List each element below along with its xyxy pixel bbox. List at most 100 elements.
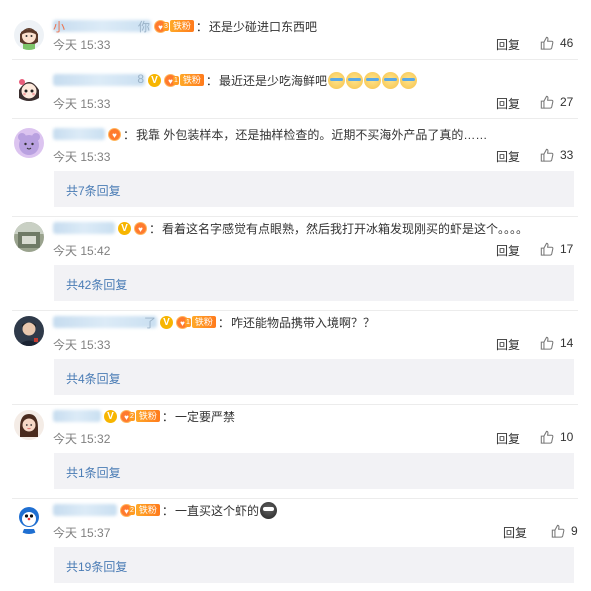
verified-v-icon: V <box>148 73 161 87</box>
username-visible-start: 小 <box>53 20 66 34</box>
replies-link[interactable]: 共4条回复 <box>66 370 121 387</box>
replies-link[interactable]: 共42条回复 <box>66 276 127 293</box>
comment-header: ♥ 2 铁粉：一直买这个虾的 <box>53 500 277 520</box>
username-blurred[interactable] <box>53 503 117 517</box>
comment-divider <box>12 498 578 499</box>
emoji-icon <box>345 71 363 89</box>
reply-button[interactable]: 回复 <box>496 430 520 447</box>
comment-text: 一直买这个虾的 <box>174 503 259 518</box>
comment-text: 咋还能物品携带入境啊？？ <box>230 315 375 330</box>
thumbs-up-icon[interactable] <box>540 242 554 256</box>
reply-button[interactable]: 回复 <box>496 336 520 353</box>
username-mosaic <box>53 20 151 32</box>
comment-text: 还是少碰进口东西吧 <box>208 19 317 34</box>
comment-time: 今天 15:37 <box>53 526 111 540</box>
fan-badge-icon: ♥ 2 铁粉 <box>120 409 160 423</box>
comment-text: 我靠 外包装样本，还是抽样检查的。近期不买海外产品了真的…… <box>136 127 488 142</box>
replies-link[interactable]: 共7条回复 <box>66 182 121 199</box>
like-count: 9 <box>571 524 578 538</box>
username-blurred[interactable] <box>53 409 101 423</box>
colon-separator: ： <box>205 73 218 88</box>
thumbs-up-icon[interactable] <box>540 36 554 50</box>
comment-header: ♥：我靠 外包装样本，还是抽样检查的。近期不买海外产品了真的…… <box>53 124 487 144</box>
replies-expand-box[interactable]: 共19条回复 <box>54 547 574 583</box>
like-count: 14 <box>560 336 574 350</box>
comment-time: 今天 15:33 <box>53 338 111 352</box>
thumbs-up-icon[interactable] <box>540 95 554 109</box>
fan-badge-label: 铁粉 <box>135 504 160 516</box>
comment-divider <box>12 404 578 405</box>
emoji-icon <box>399 71 417 89</box>
comment-divider <box>12 118 578 119</box>
avatar[interactable] <box>14 128 44 158</box>
emoji-icon <box>259 501 277 519</box>
username-mosaic <box>53 410 101 422</box>
emoji-icon <box>363 71 381 89</box>
comment-divider <box>12 310 578 311</box>
colon-separator: ： <box>217 315 230 330</box>
fan-level: 1 <box>173 75 179 85</box>
colon-separator: ： <box>149 221 162 236</box>
reply-button[interactable]: 回复 <box>503 524 527 541</box>
reply-button[interactable]: 回复 <box>496 148 520 165</box>
thumbs-up-icon[interactable] <box>540 430 554 444</box>
username-blurred[interactable]: 8 <box>53 72 145 87</box>
fan-badge-label: 铁粉 <box>179 74 204 86</box>
comment-feed: 小你 ♥ 3 铁粉：还是少碰进口东西吧 今天 15:33 回复 46 8 V ♥ 1 铁粉：最近还是少… <box>0 0 591 591</box>
comment-time: 今天 15:33 <box>53 97 111 111</box>
fan-badge-icon: ♥ 3 铁粉 <box>154 19 194 33</box>
emoji-icon <box>327 71 345 89</box>
fan-badge-label: 铁粉 <box>135 410 160 422</box>
username-mosaic <box>53 74 145 86</box>
avatar[interactable] <box>14 20 44 50</box>
comment-text: 一定要严禁 <box>174 409 235 424</box>
avatar[interactable] <box>14 222 44 252</box>
fan-badge-label: 铁粉 <box>169 20 194 32</box>
username-mosaic <box>53 504 117 516</box>
like-count: 27 <box>560 95 574 109</box>
replies-link[interactable]: 共19条回复 <box>66 558 127 575</box>
fan-level: 2 <box>129 411 135 421</box>
avatar[interactable] <box>14 504 44 534</box>
reply-button[interactable]: 回复 <box>496 95 520 112</box>
replies-expand-box[interactable]: 共7条回复 <box>54 171 574 207</box>
comment-header: 8 V ♥ 1 铁粉：最近还是少吃海鲜吧 <box>53 70 417 90</box>
thumbs-up-icon[interactable] <box>540 148 554 162</box>
reply-button[interactable]: 回复 <box>496 36 520 53</box>
emoji-icon <box>381 71 399 89</box>
comment-text: 最近还是少吃海鲜吧 <box>218 73 327 88</box>
avatar[interactable] <box>14 316 44 346</box>
avatar[interactable] <box>14 74 44 104</box>
username-mosaic <box>53 222 115 234</box>
username-visible-end: 8 <box>137 72 144 86</box>
username-blurred[interactable]: 了 <box>53 315 157 330</box>
fan-heart-icon: ♥ <box>134 221 147 235</box>
username-visible-end: 你 <box>137 20 150 34</box>
comment-header: 小你 ♥ 3 铁粉：还是少碰进口东西吧 <box>53 16 317 36</box>
comment-time: 今天 15:33 <box>53 38 111 52</box>
username-blurred[interactable] <box>53 127 105 141</box>
like-count: 10 <box>560 430 574 444</box>
verified-v-icon: V <box>118 221 131 235</box>
replies-link[interactable]: 共1条回复 <box>66 464 121 481</box>
thumbs-up-icon[interactable] <box>540 336 554 350</box>
avatar[interactable] <box>14 410 44 440</box>
verified-v-icon: V <box>160 315 173 329</box>
username-blurred[interactable]: 小你 <box>53 19 151 34</box>
replies-expand-box[interactable]: 共1条回复 <box>54 453 574 489</box>
fan-badge-icon: ♥ <box>134 221 147 235</box>
replies-expand-box[interactable]: 共42条回复 <box>54 265 574 301</box>
comment-time: 今天 15:32 <box>53 432 111 446</box>
reply-button[interactable]: 回复 <box>496 242 520 259</box>
thumbs-up-icon[interactable] <box>551 524 565 538</box>
like-count: 33 <box>560 148 574 162</box>
replies-expand-box[interactable]: 共4条回复 <box>54 359 574 395</box>
username-blurred[interactable] <box>53 221 115 235</box>
comment-divider <box>12 59 578 60</box>
username-mosaic <box>53 128 105 140</box>
fan-level: 3 <box>163 21 169 31</box>
comment-header: 了 V ♥ 1 铁粉：咋还能物品携带入境啊？？ <box>53 312 375 332</box>
username-mosaic <box>53 316 157 328</box>
fan-badge-icon: ♥ 2 铁粉 <box>120 503 160 517</box>
fan-badge-icon: ♥ 1 铁粉 <box>176 315 216 329</box>
